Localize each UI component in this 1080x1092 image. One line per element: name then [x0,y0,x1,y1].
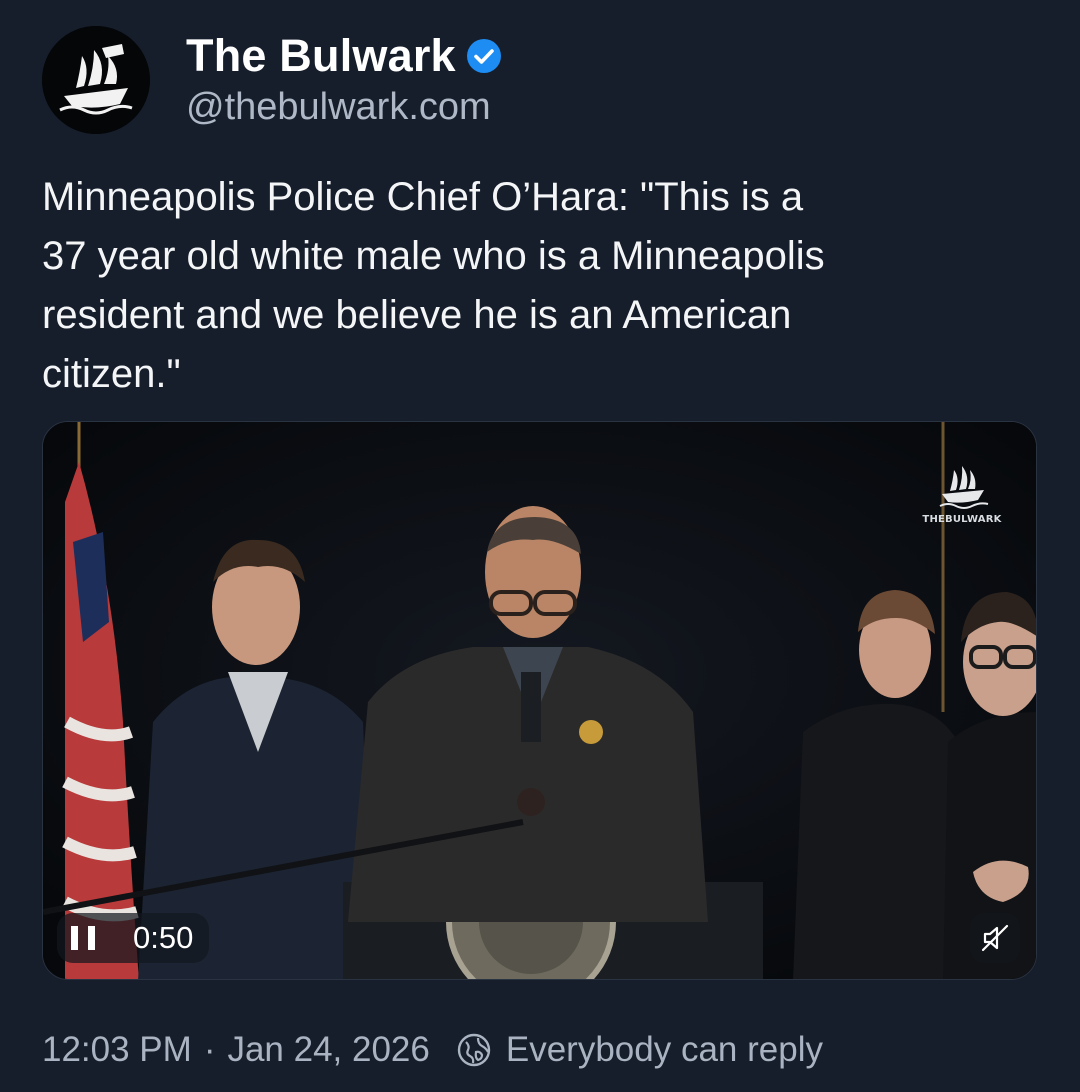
meta-separator: · [203,1030,216,1069]
sailing-ship-watermark-icon [939,466,989,509]
display-name-row: The Bulwark [186,28,502,84]
sailing-ship-logo-icon [42,26,150,134]
watermark-text: THEBULWARK [922,514,1002,525]
speaker-muted-icon [981,924,1009,952]
reply-setting[interactable]: Everybody can reply [506,1030,823,1070]
handle[interactable]: @thebulwark.com [186,86,491,129]
video-player[interactable]: THEBULWARK 0:50 [42,421,1037,980]
pause-bar-icon [88,926,95,950]
post-text: Minneapolis Police Chief O’Hara: "This i… [42,175,825,396]
pause-bar-icon [71,926,78,950]
post-header: The Bulwark @thebulwark.com [42,26,1042,136]
video-time: 0:50 [133,920,194,955]
globe-icon [457,1033,491,1067]
post-time[interactable]: 12:03 PM [42,1030,192,1070]
post-date[interactable]: Jan 24, 2026 [227,1030,429,1070]
display-name[interactable]: The Bulwark [186,30,456,82]
video-controls: 0:50 [57,913,210,963]
mute-button[interactable] [970,913,1020,963]
video-frame [43,422,1036,979]
verified-badge-icon [466,39,501,73]
pause-button[interactable] [71,926,95,950]
watermark: THEBULWARK [922,456,1002,525]
avatar[interactable] [42,26,150,134]
post-meta: 12:03 PM · Jan 24, 2026 Everybody can re… [42,1024,823,1076]
